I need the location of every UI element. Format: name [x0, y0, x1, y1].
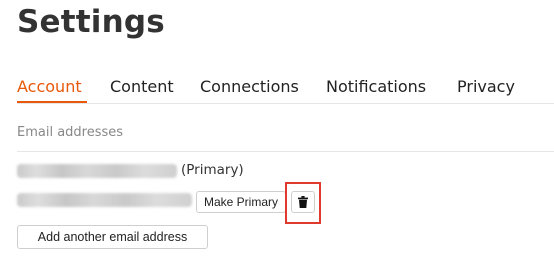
delete-email-button[interactable]: [291, 191, 315, 213]
tab-connections[interactable]: Connections: [200, 77, 299, 96]
redacted-email-primary: [17, 164, 177, 178]
tab-account[interactable]: Account: [17, 77, 82, 96]
trash-icon: [298, 196, 308, 208]
primary-email-tag: (Primary): [181, 162, 244, 178]
settings-tabs: Account Content Connections Notification…: [17, 73, 554, 103]
section-divider: [17, 151, 554, 152]
page-title: Settings: [17, 4, 165, 40]
tab-privacy[interactable]: Privacy: [457, 77, 515, 96]
section-label-email: Email addresses: [17, 125, 124, 140]
tabs-divider: [17, 103, 554, 104]
redacted-email-secondary: [17, 193, 192, 207]
add-email-button[interactable]: Add another email address: [17, 225, 208, 249]
make-primary-button[interactable]: Make Primary: [196, 191, 286, 213]
tab-notifications[interactable]: Notifications: [326, 77, 426, 96]
tab-content[interactable]: Content: [110, 77, 174, 96]
